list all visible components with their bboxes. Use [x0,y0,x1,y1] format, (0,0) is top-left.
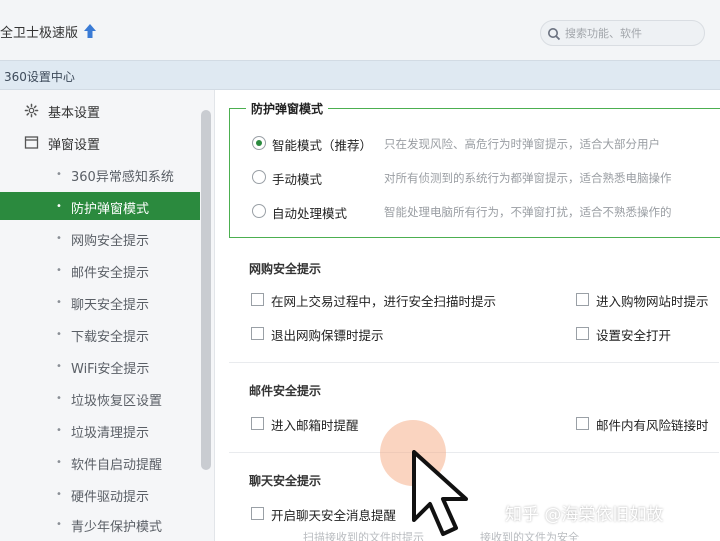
radio-button[interactable] [252,170,266,184]
radio-description: 智能处理电脑所有行为，不弹窗打扰，适合不熟悉操作的 [384,205,672,219]
watermark: 知乎 @海棠依旧如故 [505,505,664,525]
checkbox[interactable] [576,293,589,306]
chat-section-title: 聊天安全提示 [249,474,322,488]
sidebar-item-shopping[interactable]: • 网购安全提示 [0,224,200,252]
faded-option-scan-files: 扫描接收到的文件时提示 [303,531,424,541]
sidebar-item-autostart[interactable]: • 软件自启动提醒 [0,448,200,476]
upgrade-arrow-icon[interactable] [83,23,97,39]
radio-description: 对所有侦测到的系统行为都弹窗提示，适合熟悉电脑操作 [384,171,672,185]
bullet-icon: • [56,201,62,212]
sidebar-item-trash-cleanup[interactable]: • 垃圾清理提示 [0,416,200,444]
bullet-icon: • [56,233,62,244]
bullet-icon: • [56,489,62,500]
checkbox-label: 设置安全打开 [596,328,672,343]
bullet-icon: • [56,297,62,308]
sidebar-item-label: 垃圾清理提示 [71,426,150,441]
sidebar-item-label: 聊天安全提示 [71,298,150,313]
bullet-icon: • [56,519,62,530]
settings-center-header: 360设置中心 [0,60,720,90]
sidebar-item-label: 软件自启动提醒 [71,458,163,473]
search-input[interactable] [565,25,695,41]
checkbox-label: 在网上交易过程中，进行安全扫描时提示 [271,294,497,309]
faded-option-safe-files: 接收到的文件为安全 [480,531,579,541]
radio-label: 自动处理模式 [272,206,348,221]
radio-button[interactable] [252,204,266,218]
sidebar: 基本设置 弹窗设置 • 360异常感知系统 • 防护弹窗模式 • 网购安全提示 • 邮件… [0,90,215,541]
checkbox[interactable] [576,327,589,340]
popup-mode-title: 防护弹窗模式 [246,100,329,117]
sidebar-item-trash-recovery[interactable]: • 垃圾恢复区设置 [0,384,200,412]
sidebar-scrollbar[interactable] [201,110,211,470]
sidebar-group-label: 基本设置 [48,106,101,121]
checkbox[interactable] [251,417,264,430]
checkbox-label: 退出网购保镖时提示 [271,328,384,343]
sidebar-item-label: 硬件驱动提示 [71,490,150,505]
search-box[interactable] [540,20,705,46]
sidebar-group-popup-settings[interactable]: 弹窗设置 [0,128,200,156]
radio-auto-mode[interactable]: 自动处理模式 智能处理电脑所有行为，不弹窗打扰，适合不熟悉操作的 [252,201,720,223]
bullet-icon: • [56,393,62,404]
checkbox-label: 进入邮箱时提醒 [271,418,359,433]
sidebar-group-label: 弹窗设置 [48,138,101,153]
sidebar-item-download[interactable]: • 下载安全提示 [0,320,200,348]
radio-description: 只在发现风险、高危行为时弹窗提示，适合大部分用户 [384,137,660,151]
bullet-icon: • [56,361,62,372]
sidebar-item-label: WiFi安全提示 [71,362,150,377]
sidebar-item-teen-mode[interactable]: • 青少年保护模式 [0,510,200,538]
radio-label: 智能模式（推荐） [272,138,373,153]
sidebar-item-anomaly-detection[interactable]: • 360异常感知系统 [0,160,200,188]
sidebar-item-label: 垃圾恢复区设置 [71,394,163,409]
sidebar-item-label: 网购安全提示 [71,234,150,249]
radio-button[interactable] [252,136,266,150]
sidebar-group-basic-settings[interactable]: 基本设置 [0,96,200,124]
sidebar-item-label: 邮件安全提示 [71,266,150,281]
checkbox[interactable] [251,507,264,520]
settings-center-title: 360设置中心 [4,70,75,84]
section-divider [229,362,719,363]
bullet-icon: • [56,329,62,340]
sidebar-item-chat[interactable]: • 聊天安全提示 [0,288,200,316]
radio-label: 手动模式 [272,172,323,187]
checkbox[interactable] [576,417,589,430]
popup-mode-group: 防护弹窗模式 智能模式（推荐） 只在发现风险、高危行为时弹窗提示，适合大部分用户… [229,100,720,238]
gear-icon [24,103,39,118]
sidebar-item-label: 防护弹窗模式 [71,202,150,217]
checkbox-label: 开启聊天安全消息提醒 [271,508,397,523]
sidebar-item-hardware-driver[interactable]: • 硬件驱动提示 [0,480,200,508]
checkbox-label: 邮件内有风险链接时 [596,418,709,433]
window-icon [24,135,39,150]
sidebar-item-popup-mode[interactable]: • 防护弹窗模式 [0,192,200,220]
sidebar-item-label: 下载安全提示 [71,330,150,345]
sidebar-item-wifi[interactable]: • WiFi安全提示 [0,352,200,380]
radio-smart-mode[interactable]: 智能模式（推荐） 只在发现风险、高危行为时弹窗提示，适合大部分用户 [252,133,720,155]
section-divider [229,452,719,453]
sidebar-item-mail[interactable]: • 邮件安全提示 [0,256,200,284]
sidebar-item-label: 青少年保护模式 [71,520,163,535]
bullet-icon: • [56,457,62,468]
checkbox[interactable] [251,293,264,306]
search-icon [547,26,561,41]
mail-section-title: 邮件安全提示 [249,384,322,398]
bullet-icon: • [56,425,62,436]
sidebar-item-label: 360异常感知系统 [71,170,174,185]
bullet-icon: • [56,169,62,180]
checkbox-label: 进入购物网站时提示 [596,294,709,309]
shopping-section-title: 网购安全提示 [249,262,322,276]
radio-manual-mode[interactable]: 手动模式 对所有侦测到的系统行为都弹窗提示，适合熟悉电脑操作 [252,167,720,189]
top-bar: 全卫士极速版 [0,0,720,60]
app-title: 全卫士极速版 [0,26,79,41]
checkbox[interactable] [251,327,264,340]
mouse-cursor-icon [410,450,474,540]
bullet-icon: • [56,265,62,276]
